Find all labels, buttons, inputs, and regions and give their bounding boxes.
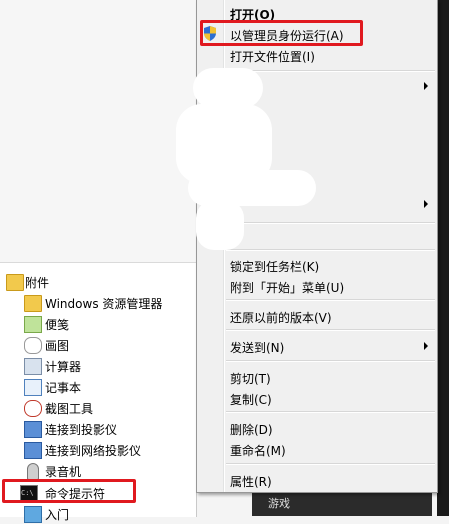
- menu-item-label: 打开文件位置(I): [230, 50, 315, 64]
- folder-accessories[interactable]: 附件: [0, 271, 196, 292]
- submenu-arrow-icon: [424, 342, 428, 350]
- list-item-label: 画图: [45, 339, 70, 353]
- sticky-notes-icon: [24, 316, 42, 333]
- folder-label: 附件: [25, 276, 50, 290]
- list-item-notepad[interactable]: 记事本: [0, 376, 196, 397]
- menu-item-send-to[interactable]: 发送到(N): [197, 335, 437, 356]
- menu-separator: [226, 70, 435, 72]
- menu-separator: [226, 299, 435, 301]
- list-item-label: 连接到网络投影仪: [45, 444, 142, 458]
- menu-separator: [226, 360, 435, 362]
- highlight-box-command-prompt: [2, 479, 136, 503]
- menu-item-rename[interactable]: 重命名(M): [197, 438, 437, 459]
- menu-item-label: 剪切(T): [230, 372, 271, 386]
- background-games-label: 游戏: [268, 497, 290, 510]
- start-menu-programs-panel: 附件 Windows 资源管理器 便笺 画图 计算器 记事本 截图工具 连接到投…: [0, 262, 197, 523]
- menu-item-label: 锁定到任务栏(K): [230, 260, 320, 274]
- snipping-tool-icon: [24, 400, 42, 417]
- list-item-getting-started[interactable]: 入门: [0, 503, 196, 524]
- list-item-sound-recorder[interactable]: 录音机: [0, 460, 196, 481]
- list-item-label: 计算器: [45, 360, 82, 374]
- menu-item-label: 重命名(M): [230, 444, 286, 458]
- explorer-icon: [24, 295, 42, 312]
- getting-started-icon: [24, 506, 42, 523]
- microphone-icon: [27, 463, 39, 480]
- background-games-item: 游戏: [252, 492, 432, 516]
- menu-item-label: 删除(D): [230, 423, 273, 437]
- menu-separator: [226, 329, 435, 331]
- list-item-label: 截图工具: [45, 402, 94, 416]
- submenu-arrow-icon: [424, 82, 428, 90]
- network-projector-icon: [24, 442, 42, 459]
- menu-item-label: 复制(C): [230, 393, 272, 407]
- menu-item-delete[interactable]: 删除(D): [197, 417, 437, 438]
- menu-item-open-file-location[interactable]: 打开文件位置(I): [197, 44, 437, 65]
- list-item-label: 录音机: [45, 465, 82, 479]
- menu-separator: [226, 222, 435, 224]
- menu-item-label: 发送到(N): [230, 341, 285, 355]
- menu-item-pin-taskbar[interactable]: 锁定到任务栏(K): [197, 254, 437, 275]
- list-item-sticky-notes[interactable]: 便笺: [0, 313, 196, 334]
- screen-edge: [437, 0, 449, 516]
- calculator-icon: [24, 358, 42, 375]
- folder-icon: [6, 274, 24, 291]
- list-item-paint[interactable]: 画图: [0, 334, 196, 355]
- list-item-snipping-tool[interactable]: 截图工具: [0, 397, 196, 418]
- list-item-label: 记事本: [45, 381, 82, 395]
- menu-item-label: 属性(R): [230, 475, 272, 489]
- list-item-network-projector[interactable]: 连接到网络投影仪: [0, 439, 196, 460]
- menu-separator: [226, 411, 435, 413]
- list-item-projector[interactable]: 连接到投影仪: [0, 418, 196, 439]
- list-item-label: Windows 资源管理器: [45, 297, 163, 311]
- list-item-label: 连接到投影仪: [45, 423, 118, 437]
- list-item-explorer[interactable]: Windows 资源管理器: [0, 292, 196, 313]
- redaction-blob: [196, 200, 244, 250]
- redaction-blob: [193, 68, 263, 108]
- menu-item-restore-versions[interactable]: 还原以前的版本(V): [197, 305, 437, 326]
- menu-item-copy[interactable]: 复制(C): [197, 387, 437, 408]
- notepad-icon: [24, 379, 42, 396]
- menu-separator: [226, 463, 435, 465]
- menu-item-pin-start[interactable]: 附到「开始」菜单(U): [197, 275, 437, 296]
- projector-icon: [24, 421, 42, 438]
- paint-icon: [24, 337, 42, 354]
- list-item-calculator[interactable]: 计算器: [0, 355, 196, 376]
- menu-item-properties[interactable]: 属性(R): [197, 469, 437, 490]
- list-item-label: 入门: [45, 508, 70, 522]
- menu-item-label: 附到「开始」菜单(U): [230, 281, 345, 295]
- menu-item-label: 还原以前的版本(V): [230, 311, 332, 325]
- menu-separator: [226, 249, 435, 251]
- highlight-box-run-as-admin: [200, 20, 363, 46]
- menu-item-cut[interactable]: 剪切(T): [197, 366, 437, 387]
- list-item-label: 便笺: [45, 318, 70, 332]
- submenu-arrow-icon: [424, 200, 428, 208]
